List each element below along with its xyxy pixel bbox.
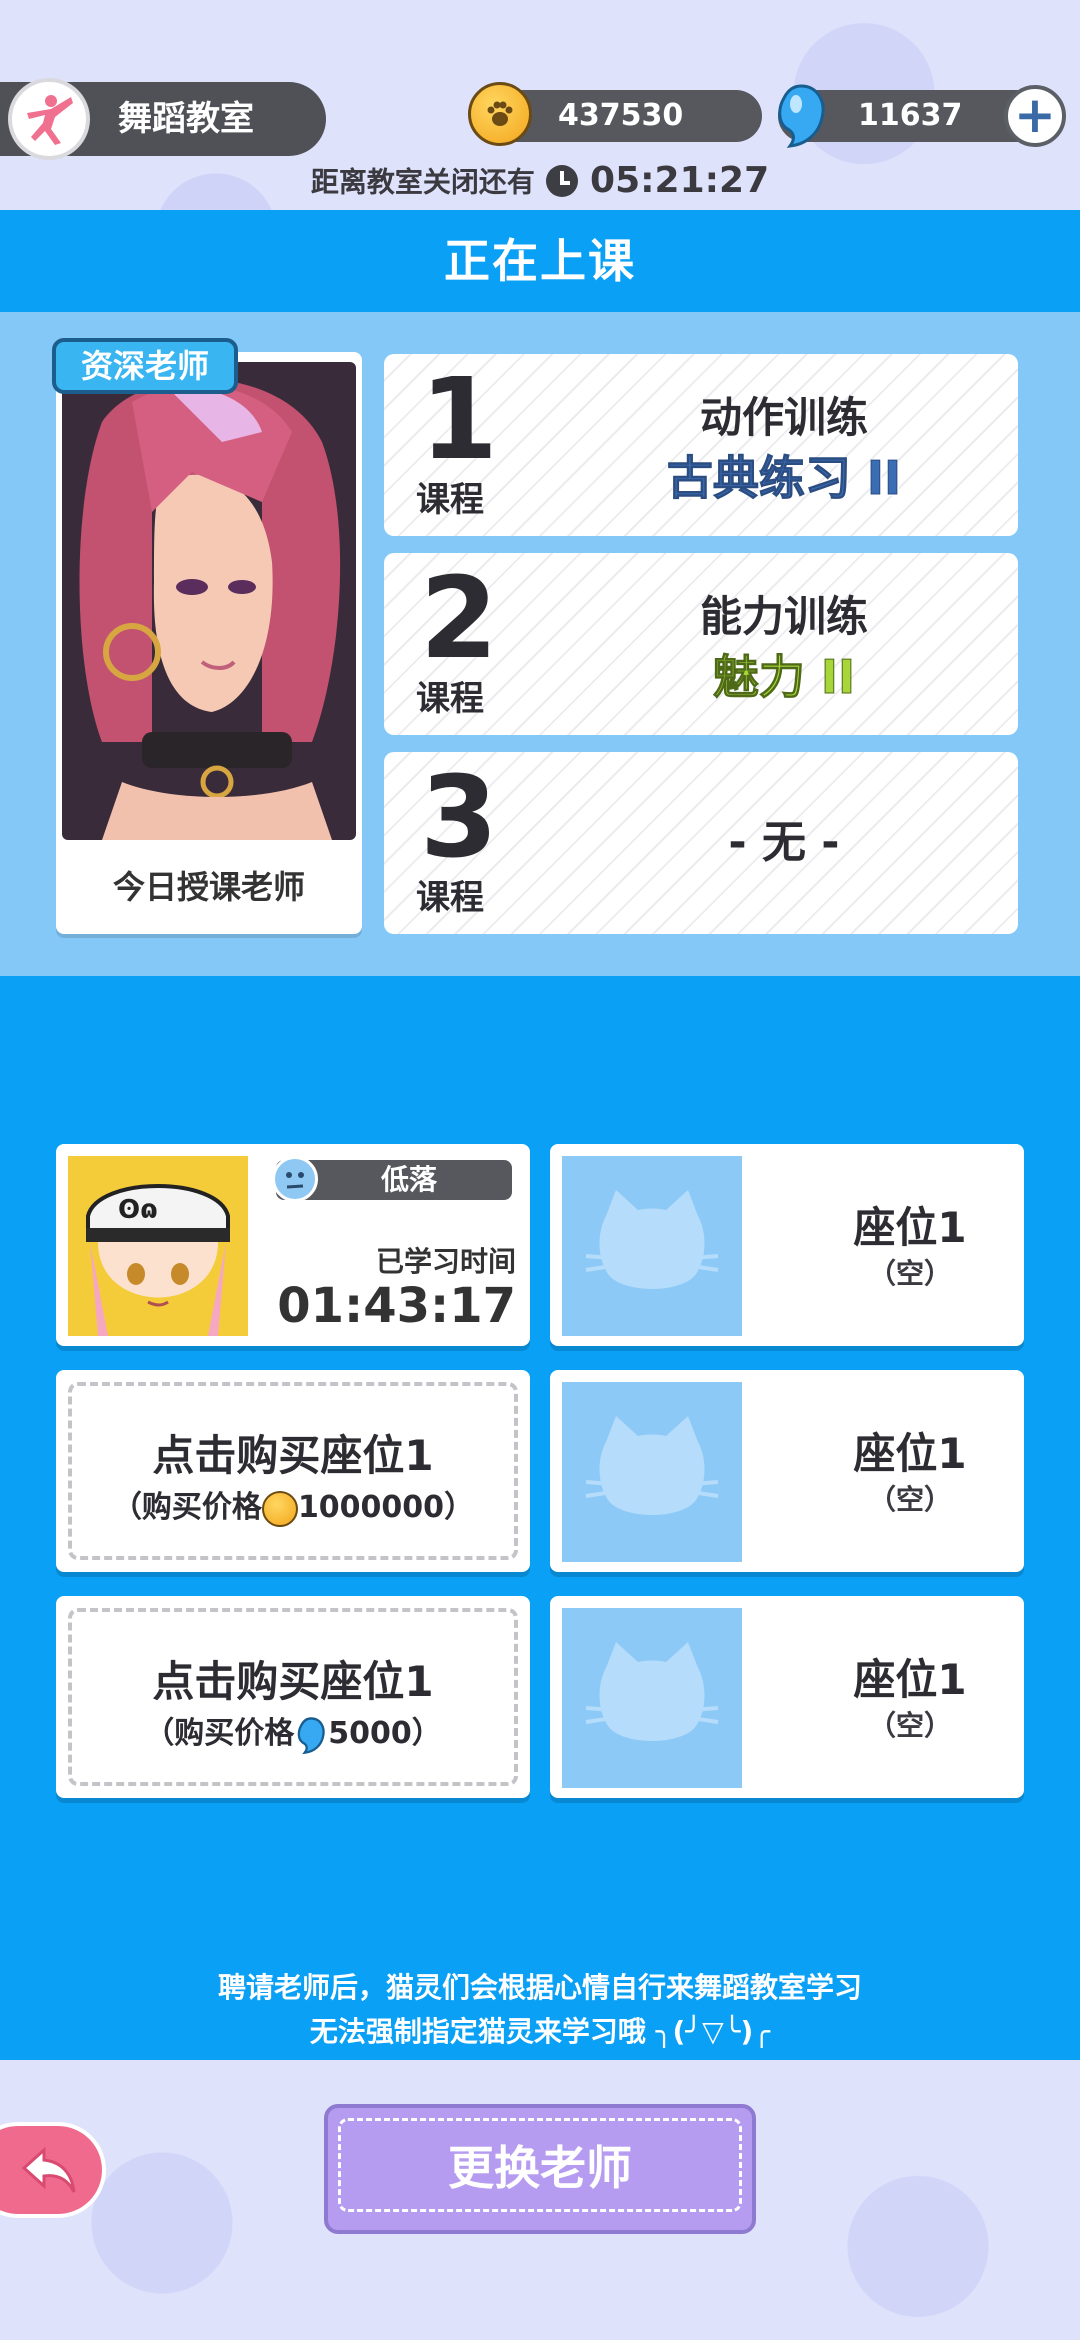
back-button[interactable] bbox=[0, 2122, 106, 2218]
course-row-2[interactable]: 2 课程 能力训练 魅力 II bbox=[384, 553, 1018, 735]
empty-seat-card[interactable]: 座位1 （空） bbox=[550, 1370, 1024, 1572]
classroom-title-chip: 舞蹈教室 bbox=[0, 78, 326, 160]
seat-title: 座位1 bbox=[853, 1429, 967, 1478]
timer-label: 距离教室关闭还有 bbox=[310, 165, 535, 199]
close-timer: 距离教室关闭还有 05:21:27 bbox=[0, 160, 1080, 210]
seat-status: （空） bbox=[867, 1709, 952, 1742]
dance-icon bbox=[8, 78, 90, 160]
banner-title: 正在上课 bbox=[444, 234, 636, 288]
back-arrow-icon bbox=[21, 2146, 76, 2193]
course-number: 2 bbox=[420, 554, 498, 684]
classroom-title: 舞蹈教室 bbox=[118, 99, 254, 139]
add-currency-button[interactable]: + bbox=[1004, 85, 1066, 147]
study-time-label: 已学习时间 bbox=[375, 1245, 516, 1278]
price-prefix: （购买价格 bbox=[111, 1490, 262, 1525]
notice-line-1: 聘请老师后，猫灵们会根据心情自行来舞蹈教室学习 bbox=[217, 1971, 862, 2004]
seat-status: （空） bbox=[867, 1257, 952, 1290]
buy-seat-card-gem[interactable]: 点击购买座位1 （购买价格 5000） bbox=[56, 1596, 530, 1798]
seat-status: （空） bbox=[867, 1483, 952, 1516]
course-tag: 课程 bbox=[416, 878, 484, 918]
timer-value: 05:21:27 bbox=[590, 160, 770, 201]
empty-seat-card[interactable]: 座位1 （空） bbox=[550, 1596, 1024, 1798]
buy-seat-title: 点击购买座位1 bbox=[152, 1657, 434, 1706]
course-name: 能力训练 bbox=[699, 592, 868, 641]
seat-title: 座位1 bbox=[853, 1203, 967, 1252]
senior-teacher-badge: 资深老师 bbox=[52, 338, 238, 394]
course-subtitle: 魅力 II bbox=[712, 650, 856, 705]
course-name: 动作训练 bbox=[699, 393, 868, 442]
sad-face-icon bbox=[272, 1156, 318, 1202]
course-row-3[interactable]: 3 课程 - 无 - bbox=[384, 752, 1018, 934]
cat-placeholder-icon bbox=[562, 1608, 742, 1788]
notice-line-2: 无法强制指定猫灵来学习哦 ╮(╯▽╰)╭ bbox=[309, 2015, 771, 2048]
buy-seat-card-coin[interactable]: 点击购买座位1 （购买价格 1000000） bbox=[56, 1370, 530, 1572]
price-prefix: （购买价格 bbox=[144, 1716, 295, 1751]
teacher-caption: 今日授课老师 bbox=[112, 868, 305, 906]
teacher-portrait bbox=[62, 362, 356, 840]
coin-value: 437530 bbox=[558, 98, 684, 133]
price-value: 1000000 bbox=[297, 1490, 445, 1525]
study-time-value: 01:43:17 bbox=[277, 1278, 516, 1334]
cat-placeholder-icon bbox=[562, 1382, 742, 1562]
course-row-1[interactable]: 1 课程 动作训练 古典练习 II bbox=[384, 354, 1018, 536]
student-avatar: ʘɷ bbox=[68, 1156, 248, 1336]
seat-title: 座位1 bbox=[853, 1655, 967, 1704]
teacher-card[interactable]: 今日授课老师 bbox=[56, 352, 362, 934]
paw-coin-icon bbox=[261, 1490, 298, 1527]
coin-counter: 437530 bbox=[468, 82, 762, 146]
occupied-seat-card[interactable]: ʘɷ 低落 已学习时间 01:43:17 bbox=[56, 1144, 530, 1346]
price-value: 5000 bbox=[328, 1716, 412, 1751]
change-teacher-button[interactable]: 更换老师 bbox=[324, 2104, 756, 2234]
price-suffix: ） bbox=[411, 1716, 442, 1751]
change-teacher-label: 更换老师 bbox=[448, 2141, 632, 2195]
course-subtitle: 古典练习 II bbox=[666, 451, 902, 506]
course-empty-text: - 无 - bbox=[728, 817, 840, 868]
buy-seat-price: （购买价格 5000） bbox=[56, 1708, 530, 1755]
paw-coin-icon bbox=[468, 82, 532, 146]
gem-value: 11637 bbox=[858, 98, 963, 133]
svg-text:ʘɷ: ʘɷ bbox=[118, 1195, 158, 1225]
course-tag: 课程 bbox=[416, 679, 484, 719]
price-suffix: ） bbox=[444, 1490, 475, 1525]
clock-icon bbox=[546, 164, 579, 197]
course-number: 3 bbox=[420, 753, 498, 883]
cat-placeholder-icon bbox=[562, 1156, 742, 1336]
buy-seat-title: 点击购买座位1 bbox=[152, 1431, 434, 1480]
course-tag: 课程 bbox=[416, 480, 484, 520]
buy-seat-price: （购买价格 1000000） bbox=[56, 1482, 530, 1527]
spirit-gem-icon bbox=[297, 1716, 325, 1754]
class-banner: 正在上课 bbox=[0, 210, 1080, 312]
course-number: 1 bbox=[420, 355, 498, 485]
spirit-gem-icon bbox=[778, 84, 825, 148]
empty-seat-card[interactable]: 座位1 （空） bbox=[550, 1144, 1024, 1346]
